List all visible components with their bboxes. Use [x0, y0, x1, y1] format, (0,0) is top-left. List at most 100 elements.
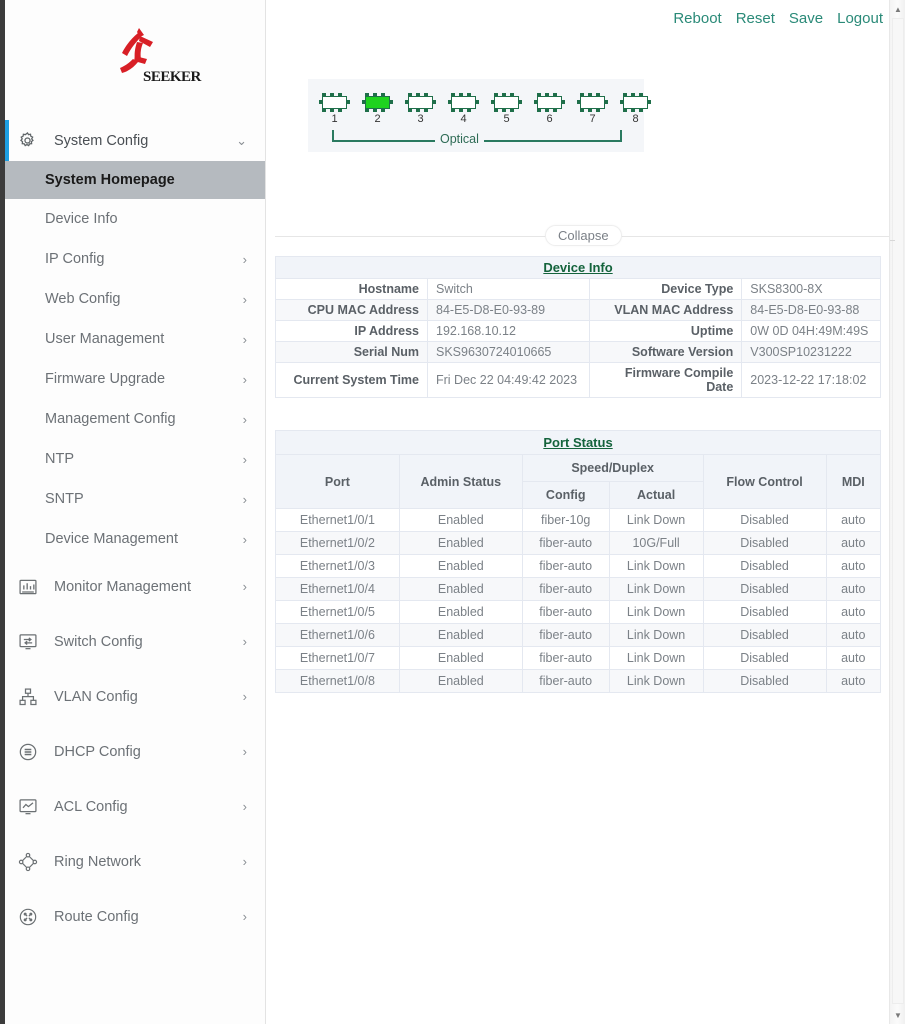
- device-info-title: Device Info: [543, 260, 613, 275]
- device-info-row: CPU MAC Address 84-E5-D8-E0-93-89 VLAN MAC…: [275, 299, 881, 321]
- sidebar-item-label: Monitor Management: [54, 578, 192, 595]
- speed-actual-cell: Link Down: [608, 646, 704, 670]
- sidebar-item-system-homepage[interactable]: System Homepage: [5, 161, 265, 199]
- port-icon-6[interactable]: 6: [534, 93, 565, 125]
- flow-control-cell: Disabled: [702, 531, 827, 555]
- chart-bar-icon: [18, 576, 44, 598]
- port-status-table: Port Status Port Admin Status Speed/Duplex…: [275, 430, 882, 693]
- port-body-icon: [491, 93, 522, 112]
- admin-status-cell: Enabled: [398, 646, 523, 670]
- save-link[interactable]: Save: [789, 10, 823, 27]
- chevron-right-icon: ›: [242, 251, 247, 267]
- device-info-label: Hostname: [275, 278, 428, 300]
- sidebar-item-route-config[interactable]: Route Config ›: [5, 889, 265, 944]
- sidebar-item-management-config[interactable]: Management Config ›: [5, 399, 265, 439]
- reset-link[interactable]: Reset: [736, 10, 775, 27]
- sidebar-item-sntp[interactable]: SNTP ›: [5, 479, 265, 519]
- device-info-row: IP Address 192.168.10.12 Uptime 0W 0D 04H:4…: [275, 320, 881, 342]
- port-icon-2[interactable]: 2: [362, 93, 393, 125]
- page-root: SEEKER System Config ⌄ System Homepage De…: [0, 0, 905, 1024]
- col-header-speed-duplex: Speed/Duplex: [521, 454, 704, 482]
- device-info-row: Current System Time Fri Dec 22 04:49:42 2…: [275, 362, 881, 398]
- logout-link[interactable]: Logout: [837, 10, 883, 27]
- chevron-right-icon: ›: [242, 371, 247, 387]
- port-status-row: Ethernet1/0/6 Enabled fiber-auto Link Down D…: [275, 623, 882, 647]
- port-status-row: Ethernet1/0/2 Enabled fiber-auto 10G/Full Di…: [275, 531, 882, 555]
- port-number-label: 2: [374, 113, 381, 125]
- port-icon-1[interactable]: 1: [319, 93, 350, 125]
- col-header-flow-control: Flow Control: [702, 454, 827, 509]
- chevron-right-icon: ›: [242, 579, 247, 594]
- front-panel-diagram: 1 2 3 4 5 6 7 8 Optical: [308, 79, 651, 152]
- ring-nodes-icon: [18, 851, 44, 873]
- sidebar-item-label: Switch Config: [54, 633, 143, 650]
- chevron-right-icon: ›: [242, 909, 247, 924]
- flow-control-cell: Disabled: [702, 623, 827, 647]
- port-status-row: Ethernet1/0/8 Enabled fiber-auto Link Down D…: [275, 669, 882, 693]
- flow-control-cell: Disabled: [702, 554, 827, 578]
- device-info-label: Firmware Compile Date: [589, 362, 743, 398]
- sidebar-item-ntp[interactable]: NTP ›: [5, 439, 265, 479]
- chevron-right-icon: ›: [242, 411, 247, 427]
- speed-config-cell: fiber-auto: [521, 646, 610, 670]
- sidebar-item-acl-config[interactable]: ACL Config ›: [5, 779, 265, 834]
- col-header-mdi: MDI: [825, 454, 882, 509]
- scrollbar-thumb[interactable]: [892, 18, 904, 1004]
- speed-config-cell: fiber-auto: [521, 577, 610, 601]
- sidebar-item-switch-config[interactable]: Switch Config ›: [5, 614, 265, 669]
- port-status-row: Ethernet1/0/3 Enabled fiber-auto Link Down D…: [275, 554, 882, 578]
- port-body-icon: [362, 93, 393, 112]
- device-info-label: IP Address: [275, 320, 428, 342]
- port-cell: Ethernet1/0/5: [275, 600, 400, 624]
- sidebar-item-device-info[interactable]: Device Info: [5, 199, 265, 239]
- sidebar-item-ip-config[interactable]: IP Config ›: [5, 239, 265, 279]
- reboot-link[interactable]: Reboot: [673, 10, 721, 27]
- flow-control-cell: Disabled: [702, 669, 827, 693]
- device-info-value: 84-E5-D8-E0-93-89: [426, 299, 591, 321]
- mdi-cell: auto: [825, 669, 882, 693]
- sidebar-item-user-management[interactable]: User Management ›: [5, 319, 265, 359]
- page-scrollbar[interactable]: ▲ ▼: [889, 0, 905, 1024]
- chevron-right-icon: ›: [242, 689, 247, 704]
- sidebar-item-label: DHCP Config: [54, 743, 141, 760]
- sidebar-item-monitor-management[interactable]: Monitor Management ›: [5, 559, 265, 614]
- port-cell: Ethernet1/0/7: [275, 646, 400, 670]
- mdi-cell: auto: [825, 577, 882, 601]
- chevron-right-icon: ›: [242, 331, 247, 347]
- sidebar-item-device-management[interactable]: Device Management ›: [5, 519, 265, 559]
- sidebar-item-vlan-config[interactable]: VLAN Config ›: [5, 669, 265, 724]
- device-info-value: Fri Dec 22 04:49:42 2023: [426, 362, 591, 398]
- port-body-icon: [405, 93, 436, 112]
- device-info-label: Serial Num: [275, 341, 428, 363]
- port-number-label: 4: [460, 113, 467, 125]
- speed-actual-cell: Link Down: [608, 508, 704, 532]
- port-icon-3[interactable]: 3: [405, 93, 436, 125]
- speed-config-cell: fiber-10g: [521, 508, 610, 532]
- scroll-down-arrow[interactable]: ▼: [890, 1007, 905, 1023]
- optical-label: Optical: [435, 132, 484, 146]
- port-cell: Ethernet1/0/6: [275, 623, 400, 647]
- sidebar-item-label: Web Config: [45, 291, 121, 307]
- sidebar-item-label: System Homepage: [45, 172, 175, 188]
- port-cell: Ethernet1/0/1: [275, 508, 400, 532]
- port-icon-5[interactable]: 5: [491, 93, 522, 125]
- sidebar-item-label: SNTP: [45, 491, 84, 507]
- sidebar-group-system-config[interactable]: System Config ⌄: [5, 120, 265, 161]
- port-body-icon: [577, 93, 608, 112]
- collapse-button[interactable]: Collapse: [545, 225, 622, 246]
- chevron-right-icon: ›: [242, 634, 247, 649]
- port-icon-4[interactable]: 4: [448, 93, 479, 125]
- port-body-icon: [319, 93, 350, 112]
- port-icon-8[interactable]: 8: [620, 93, 651, 125]
- sidebar-item-dhcp-config[interactable]: DHCP Config ›: [5, 724, 265, 779]
- sidebar-item-web-config[interactable]: Web Config ›: [5, 279, 265, 319]
- chevron-right-icon: ›: [242, 491, 247, 507]
- scroll-up-arrow[interactable]: ▲: [890, 1, 905, 17]
- sidebar-item-firmware-upgrade[interactable]: Firmware Upgrade ›: [5, 359, 265, 399]
- sidebar-item-label: NTP: [45, 451, 74, 467]
- port-status-title-row: Port Status: [275, 430, 881, 455]
- sidebar-item-ring-network[interactable]: Ring Network ›: [5, 834, 265, 889]
- main-content: 1 2 3 4 5 6 7 8 Optical Collapse Device Info Ho…: [267, 0, 890, 1024]
- mdi-cell: auto: [825, 531, 882, 555]
- port-icon-7[interactable]: 7: [577, 93, 608, 125]
